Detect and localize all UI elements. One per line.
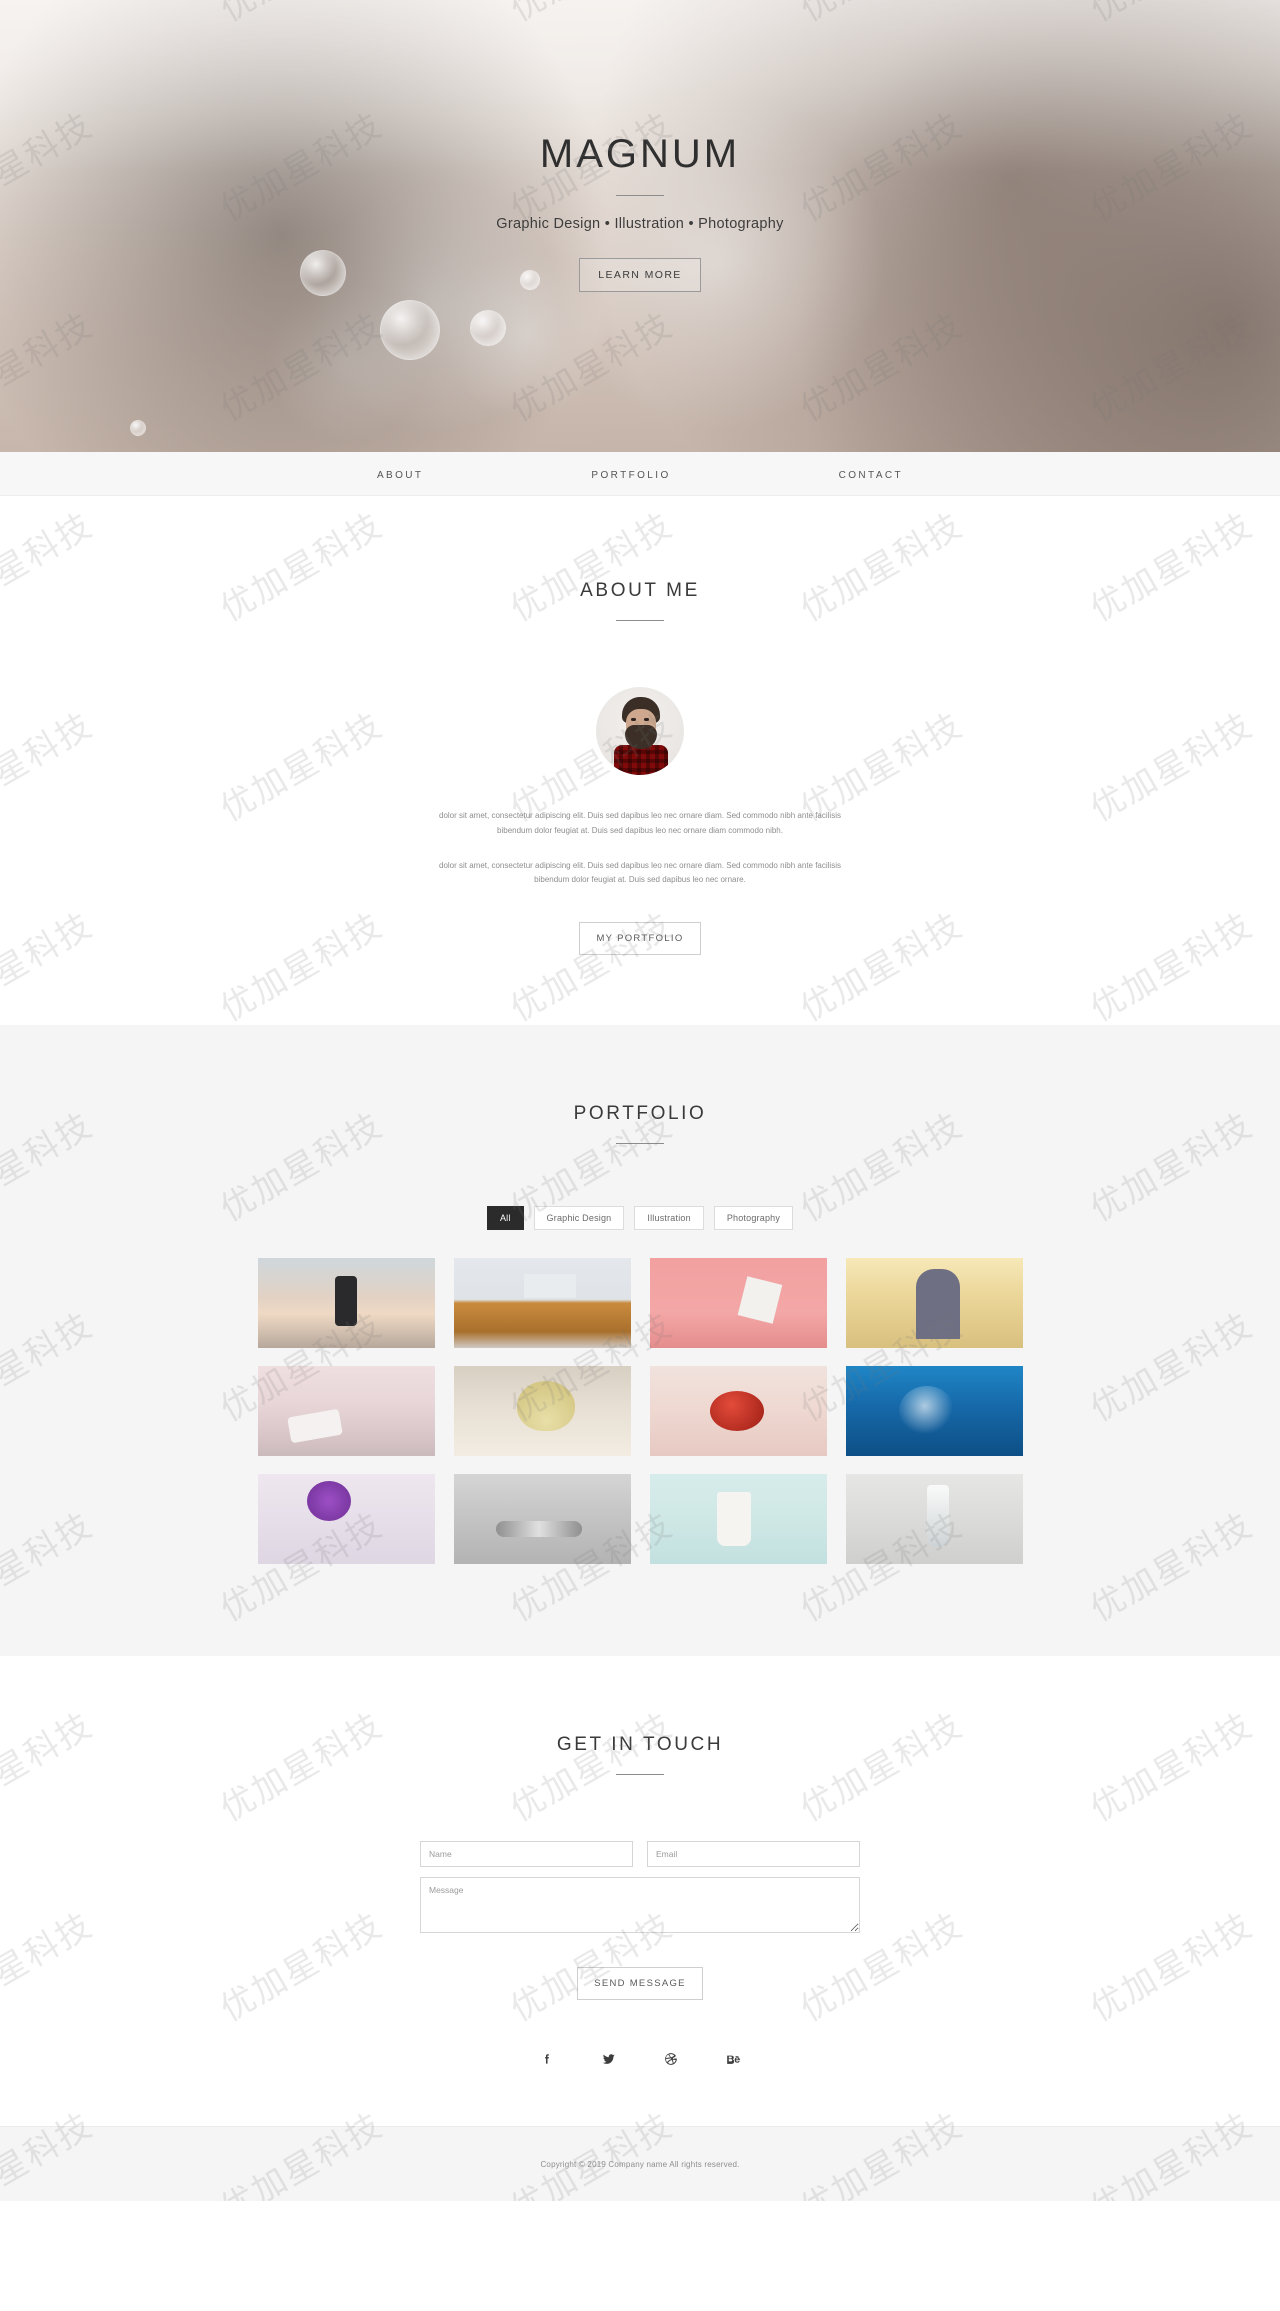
- filter-photography[interactable]: Photography: [713, 1206, 794, 1231]
- portfolio-grid: [220, 1258, 1060, 1565]
- learn-more-button[interactable]: LEARN MORE: [579, 258, 701, 292]
- about-paragraph-2: dolor sit amet, consectetur adipiscing e…: [439, 860, 841, 885]
- nav-link-contact[interactable]: CONTACT: [839, 470, 903, 481]
- filter-all[interactable]: All: [486, 1206, 524, 1231]
- avatar-eye-left: [631, 718, 636, 721]
- about-divider: [616, 620, 664, 621]
- hero-subtitle: Graphic Design • Illustration • Photogra…: [496, 216, 784, 232]
- portfolio-item[interactable]: [453, 1258, 631, 1349]
- title-divider: [616, 195, 664, 196]
- portfolio-item[interactable]: [649, 1366, 827, 1457]
- portfolio-filter-bar: All Graphic Design Illustration Photogra…: [0, 1206, 1280, 1231]
- nav-item-portfolio[interactable]: PORTFOLIO: [591, 465, 670, 483]
- twitter-icon[interactable]: [600, 2050, 618, 2068]
- message-input[interactable]: [420, 1877, 860, 1934]
- email-input[interactable]: [647, 1841, 860, 1868]
- page-title: MAGNUM: [539, 132, 741, 176]
- nav-list: ABOUT PORTFOLIO CONTACT: [293, 465, 987, 483]
- portfolio-item[interactable]: [845, 1366, 1023, 1457]
- filter-illustration[interactable]: Illustration: [634, 1206, 704, 1231]
- portfolio-item[interactable]: [649, 1258, 827, 1349]
- hero-section: MAGNUM Graphic Design • Illustration • P…: [0, 0, 1280, 452]
- social-links: [0, 2050, 1280, 2068]
- bubble-decor-icon: [380, 300, 440, 360]
- copyright-text: Copyright © 2019 Company name All rights…: [540, 2159, 740, 2169]
- my-portfolio-button[interactable]: MY PORTFOLIO: [579, 922, 701, 956]
- portfolio-item[interactable]: [649, 1474, 827, 1565]
- behance-icon[interactable]: [724, 2050, 742, 2068]
- avatar-shirt: [614, 745, 668, 775]
- main-navigation: ABOUT PORTFOLIO CONTACT: [0, 452, 1280, 496]
- about-paragraph-1: dolor sit amet, consectetur adipiscing e…: [439, 811, 841, 835]
- avatar-eye-right: [644, 718, 649, 721]
- avatar: [596, 687, 684, 775]
- portfolio-section: PORTFOLIO All Graphic Design Illustratio…: [0, 1025, 1280, 1657]
- name-input[interactable]: [420, 1841, 633, 1868]
- bubble-decor-icon: [130, 420, 146, 436]
- portfolio-item[interactable]: [257, 1366, 435, 1457]
- contact-divider: [616, 1774, 664, 1776]
- portfolio-item[interactable]: [257, 1474, 435, 1565]
- nav-item-about[interactable]: ABOUT: [377, 465, 423, 483]
- nav-item-contact[interactable]: CONTACT: [839, 465, 903, 483]
- portfolio-item[interactable]: [453, 1366, 631, 1457]
- portfolio-divider: [616, 1143, 664, 1145]
- about-heading: ABOUT ME: [580, 580, 700, 601]
- contact-heading: GET IN TOUCH: [556, 1734, 724, 1756]
- bubble-decor-icon: [470, 310, 506, 346]
- page-footer: Copyright © 2019 Company name All rights…: [0, 2126, 1280, 2202]
- contact-form: SEND MESSAGE: [420, 1841, 860, 2001]
- portfolio-item[interactable]: [453, 1474, 631, 1565]
- dribbble-icon[interactable]: [662, 2050, 680, 2068]
- send-message-button[interactable]: SEND MESSAGE: [577, 1967, 703, 2001]
- portfolio-heading: PORTFOLIO: [573, 1103, 707, 1125]
- about-section: ABOUT ME dolor sit amet, consectetur adi…: [0, 496, 1280, 1026]
- nav-link-about[interactable]: ABOUT: [377, 470, 423, 481]
- portfolio-item[interactable]: [845, 1474, 1023, 1565]
- portfolio-item[interactable]: [257, 1258, 435, 1349]
- portfolio-item[interactable]: [845, 1258, 1023, 1349]
- form-row-name-email: [420, 1841, 860, 1868]
- nav-link-portfolio[interactable]: PORTFOLIO: [591, 470, 670, 481]
- facebook-icon[interactable]: [538, 2050, 556, 2068]
- filter-graphic-design[interactable]: Graphic Design: [533, 1206, 625, 1231]
- contact-section: GET IN TOUCH SEND MESSAGE: [0, 1656, 1280, 2127]
